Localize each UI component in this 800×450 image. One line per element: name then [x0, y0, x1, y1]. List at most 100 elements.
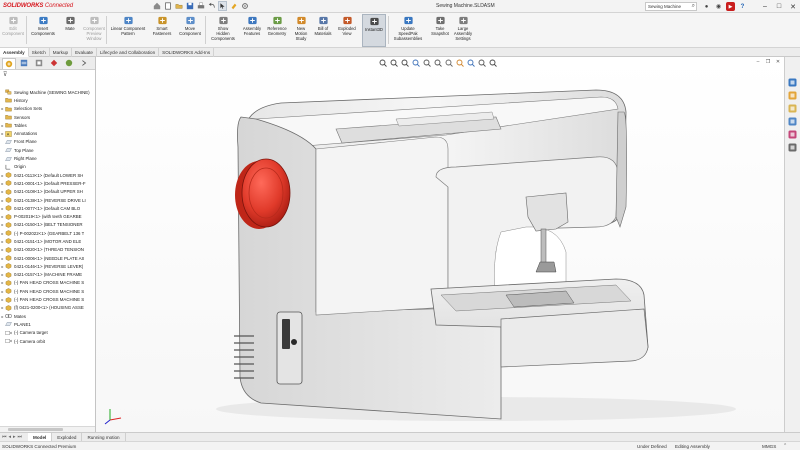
exploded-view-button[interactable]: Exploded View	[334, 14, 360, 47]
select-icon[interactable]	[218, 1, 227, 11]
tree-item[interactable]: PLANE1	[0, 320, 95, 328]
tree-item[interactable]: ▸ 0421-0113<1> (Default LOWER SH	[0, 171, 95, 179]
view-settings-icon[interactable]	[477, 59, 486, 68]
display-manager-tab-icon[interactable]	[62, 58, 76, 69]
file-explorer-icon[interactable]	[788, 103, 798, 113]
tree-item[interactable]: ▸ Selection Sets	[0, 105, 95, 113]
unit-system[interactable]: MMGS	[762, 444, 776, 449]
filter-icon[interactable]: ⊽	[3, 71, 7, 78]
open-icon[interactable]	[174, 1, 183, 11]
close-icon[interactable]: ✕	[786, 0, 800, 13]
minimize-icon[interactable]: –	[758, 0, 772, 13]
help-icon[interactable]: ?	[738, 2, 747, 11]
status-arrow-icon[interactable]: ⌃	[783, 443, 787, 449]
new-icon[interactable]	[163, 1, 172, 11]
solidworks-resources-icon[interactable]	[788, 77, 798, 87]
tree-item[interactable]: ▸ 0421-0077<1> (Default CAM BLO	[0, 204, 95, 212]
tab-assembly[interactable]: Assembly	[0, 48, 29, 57]
tree-item[interactable]: ▸ (-) PAN HEAD CROSS MACHINE S	[0, 279, 95, 287]
linear-pattern-button[interactable]: Linear Component Pattern	[108, 14, 148, 47]
tree-item[interactable]: (-) Camera orbit	[0, 337, 95, 345]
tree-item[interactable]: ▸ 0421-0150<1> (BELT TENSIONER	[0, 221, 95, 229]
section-view-icon[interactable]	[411, 59, 420, 68]
mate-button[interactable]: Mate	[60, 14, 80, 47]
tree-item[interactable]: Right Plane	[0, 154, 95, 162]
tree-item[interactable]: ▸ (f) 0421-0200<1> (HOUSING ASSE	[0, 304, 95, 312]
snapshot-button[interactable]: Take Snapshot	[428, 14, 452, 47]
expand-panel-icon[interactable]	[77, 58, 91, 69]
monitor-icon[interactable]	[488, 59, 497, 68]
maximize-icon[interactable]: □	[772, 0, 786, 13]
sewing-machine-model[interactable]	[96, 57, 784, 432]
undo-icon[interactable]	[207, 1, 216, 11]
tree-item[interactable]: ▸ 0421-0151<1> (MOTOR AND ELE	[0, 237, 95, 245]
tree-item[interactable]: ▸ 0421-0006<1> (NEEDLE PLATE AS	[0, 254, 95, 262]
tree-item[interactable]: ▸ 0421-0138<1> (REVERSE DRIVE LI	[0, 196, 95, 204]
tree-item[interactable]: Top Plane	[0, 146, 95, 154]
tree-item[interactable]: Sensors	[0, 113, 95, 121]
tree-item[interactable]: ▸ P-002019<1> (with teeth GEARBE	[0, 212, 95, 220]
last-tab-icon[interactable]: ⏭	[18, 434, 23, 440]
scene-icon[interactable]	[466, 59, 475, 68]
home-icon[interactable]	[152, 1, 161, 11]
tab-markup[interactable]: Markup	[50, 48, 73, 57]
options-icon[interactable]	[240, 1, 249, 11]
tab-evaluate[interactable]: Evaluate	[72, 48, 97, 57]
tab-exploded[interactable]: Exploded	[52, 433, 83, 441]
notifications-icon[interactable]: ◉	[714, 2, 723, 11]
reference-geometry-button[interactable]: Reference Geometry	[264, 14, 290, 47]
previous-view-icon[interactable]	[400, 59, 409, 68]
zoom-to-fit-icon[interactable]	[378, 59, 387, 68]
tree-item[interactable]: Sewing Machine (SEWING MACHINE)	[0, 88, 95, 96]
user-icon[interactable]: ●	[702, 2, 711, 11]
tab-running-motion[interactable]: Running motion	[82, 433, 126, 441]
viewport-minimize-icon[interactable]: –	[754, 58, 762, 66]
tree-item[interactable]: ▸ 0421-0020<1> (THREAD TENSION	[0, 246, 95, 254]
tree-item[interactable]: ▸ Mates	[0, 312, 95, 320]
tree-item[interactable]: ▸ Tables	[0, 121, 95, 129]
custom-properties-icon[interactable]	[788, 142, 798, 152]
prev-tab-icon[interactable]: ◂	[9, 434, 12, 440]
insert-components-button[interactable]: Insert Components	[28, 14, 58, 47]
show-hidden-button[interactable]: Show Hidden Components	[208, 14, 238, 47]
rebuild-icon[interactable]	[229, 1, 238, 11]
tab-lifecycle-and-collaboration[interactable]: Lifecycle and Collaboration	[97, 48, 160, 57]
tab-solidworks-add-ins[interactable]: SOLIDWORKS Add-Ins	[159, 48, 215, 57]
tree-item[interactable]: ▸ 0421-0146<1> (REVERSE LEVER)	[0, 262, 95, 270]
smart-fasteners-button[interactable]: Smart Fasteners	[150, 14, 174, 47]
tree-item[interactable]: Origin	[0, 163, 95, 171]
graphics-area[interactable]: – ❐ ✕	[96, 57, 784, 432]
bom-button[interactable]: Bill of Materials	[312, 14, 334, 47]
search-input[interactable]: Sewing Machine ⌕	[645, 2, 697, 11]
feature-manager-tab-icon[interactable]	[2, 57, 16, 69]
dimxpert-tab-icon[interactable]	[47, 58, 61, 69]
first-tab-icon[interactable]: ⏮	[2, 434, 7, 440]
large-assembly-button[interactable]: Large Assembly Settings	[450, 14, 476, 47]
tree-item[interactable]: ▸ 0421-0108<1> (Default UPPER SH	[0, 188, 95, 196]
viewport-close-icon[interactable]: ✕	[774, 58, 782, 66]
tree-item[interactable]: ▸ (-) P-002022<1> (GEARBELT 136 T	[0, 229, 95, 237]
tree-item[interactable]: Front Plane	[0, 138, 95, 146]
view-palette-icon[interactable]	[788, 116, 798, 126]
tree-item[interactable]: ▸ 0421-0157<1> (MACHINE FRAME	[0, 271, 95, 279]
save-icon[interactable]	[185, 1, 194, 11]
print-icon[interactable]	[196, 1, 205, 11]
display-style-icon[interactable]	[433, 59, 442, 68]
appearances-icon[interactable]	[788, 129, 798, 139]
viewport-restore-icon[interactable]: ❐	[764, 58, 772, 66]
move-component-button[interactable]: Move Component	[177, 14, 203, 47]
tree-item[interactable]: ▸ 0421-0001<1> (Default PRESSER-F	[0, 179, 95, 187]
property-manager-tab-icon[interactable]	[17, 58, 31, 69]
component-preview-button[interactable]: Component Preview Window	[82, 14, 106, 47]
tree-item[interactable]: (-) Camera target	[0, 329, 95, 337]
tree-item[interactable]: ▸ (-) PAN HEAD CROSS MACHINE S	[0, 287, 95, 295]
youtube-icon[interactable]: ▶	[726, 2, 735, 11]
edit-appearance-icon[interactable]	[455, 59, 464, 68]
speedpak-button[interactable]: Update SpeedPak Subassemblies	[392, 14, 424, 47]
tab-model[interactable]: Model	[28, 433, 53, 441]
next-tab-icon[interactable]: ▸	[13, 434, 16, 440]
zoom-area-icon[interactable]	[389, 59, 398, 68]
app-logo[interactable]: SOLIDWORKS Connected	[3, 3, 73, 9]
tree-item[interactable]: ▸ (-) PAN HEAD CROSS MACHINE S	[0, 295, 95, 303]
design-library-icon[interactable]	[788, 90, 798, 100]
